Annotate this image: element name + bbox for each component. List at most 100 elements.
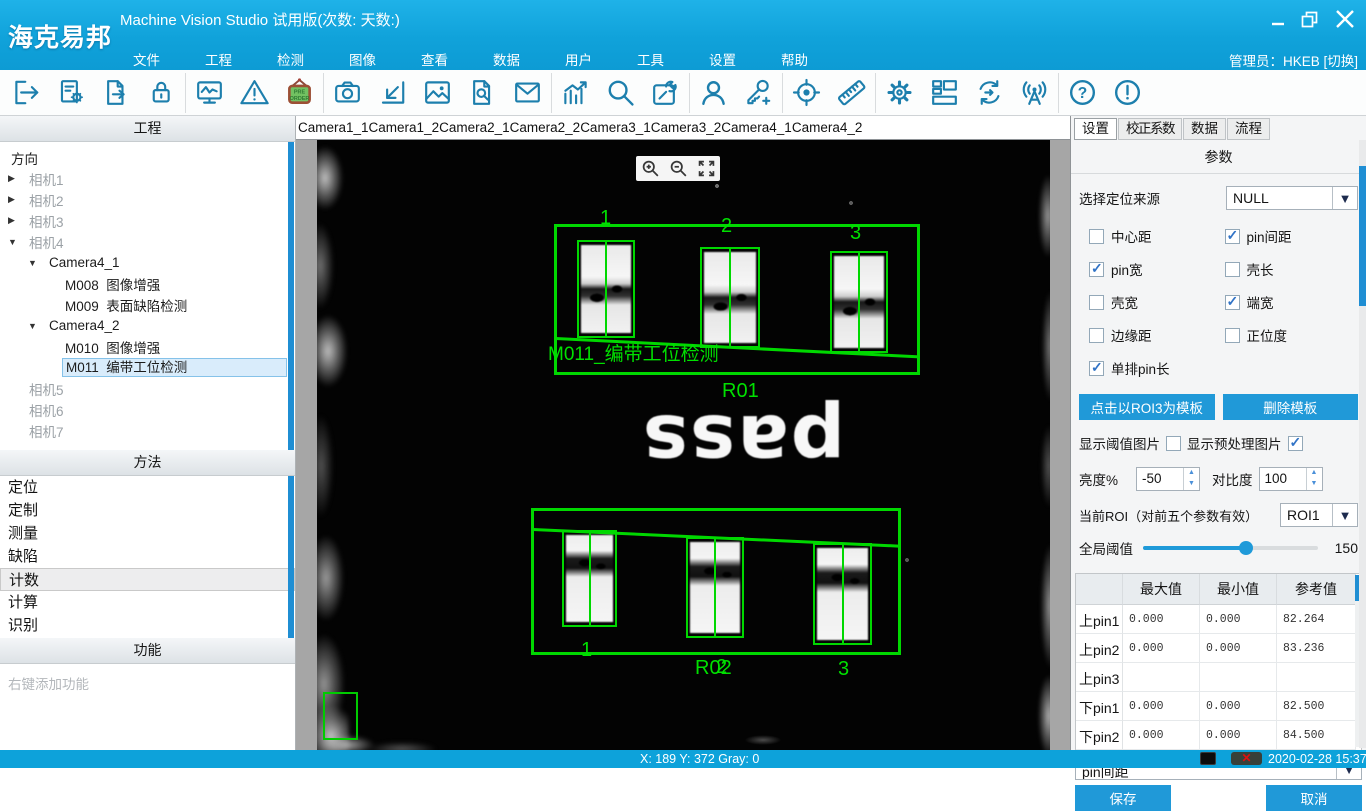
camera-tab[interactable]: Camera1_1 [298, 116, 369, 139]
brightness-stepper[interactable]: -50 ▲▼ [1136, 467, 1200, 491]
help-icon[interactable]: ? [1060, 72, 1105, 114]
param-checkbox[interactable]: pin宽 [1089, 259, 1225, 279]
cancel-button[interactable]: 取消 [1266, 785, 1362, 811]
set-template-button[interactable]: 点击以ROI3为模板 [1079, 394, 1215, 420]
tree-item[interactable]: M009 表面缺陷检测 [0, 294, 295, 315]
brightness-value[interactable]: -50 [1137, 468, 1183, 490]
pin-roi-box[interactable] [562, 530, 617, 627]
global-threshold-slider[interactable] [1143, 539, 1318, 557]
project-settings-icon[interactable] [49, 72, 94, 114]
sync-icon[interactable] [967, 72, 1012, 114]
spinner-arrows-icon[interactable]: ▲▼ [1306, 468, 1322, 490]
expand-arrow-icon[interactable]: ▶ [8, 215, 26, 226]
zoom-in-icon[interactable] [638, 157, 662, 181]
camera-tab[interactable]: Camera3_1 [580, 116, 651, 139]
minimize-icon[interactable] [1271, 11, 1285, 27]
camera-tab[interactable]: Camera1_2 [369, 116, 440, 139]
panel-scrollbar[interactable] [1359, 140, 1366, 748]
calibration-rect[interactable] [323, 692, 358, 740]
layout-icon[interactable] [922, 72, 967, 114]
pin-roi-box[interactable] [830, 251, 888, 353]
tree-item[interactable]: ▶相机3 [0, 210, 295, 231]
tree-item[interactable]: ▼Camera4_2 [0, 315, 295, 336]
camera-tab[interactable]: Camera4_2 [792, 116, 863, 139]
key-icon[interactable] [736, 72, 781, 114]
contrast-stepper[interactable]: 100 ▲▼ [1259, 467, 1323, 491]
camera-icon[interactable] [325, 72, 370, 114]
image-icon[interactable] [415, 72, 460, 114]
camera-tab[interactable]: Camera2_1 [439, 116, 510, 139]
mail-icon[interactable] [505, 72, 550, 114]
current-roi-select[interactable]: ROI1 ▼ [1280, 503, 1358, 527]
method-item[interactable]: 定制 [0, 499, 295, 522]
close-icon[interactable] [1334, 8, 1356, 30]
doc-search-icon[interactable] [460, 72, 505, 114]
checkbox-unchecked-icon[interactable] [1089, 229, 1104, 244]
method-item[interactable]: 计数 [0, 568, 295, 591]
table-cell[interactable]: 0.000 [1200, 605, 1277, 634]
checkbox-unchecked-icon[interactable] [1089, 328, 1104, 343]
menu-item[interactable]: 检测 [277, 49, 304, 69]
toolbox-icon[interactable] [643, 72, 688, 114]
contrast-value[interactable]: 100 [1260, 468, 1306, 490]
tree-item[interactable]: 方向 [0, 147, 295, 168]
checkbox-unchecked-icon[interactable] [1225, 262, 1240, 277]
tree-item[interactable]: ▼相机4 [0, 231, 295, 252]
table-cell[interactable]: 0.000 [1123, 605, 1200, 634]
chevron-down-icon[interactable]: ▼ [1332, 504, 1357, 526]
table-cell[interactable]: 82.264 [1277, 605, 1356, 634]
collapse-arrow-icon[interactable]: ▼ [8, 237, 26, 247]
export-doc-icon[interactable] [94, 72, 139, 114]
locate-source-select[interactable]: NULL ▼ [1226, 186, 1358, 210]
menu-item[interactable]: 文件 [133, 49, 160, 69]
collapse-arrow-icon[interactable]: ▼ [28, 321, 46, 331]
tree-item[interactable]: 相机5 [0, 378, 295, 399]
show-threshold-checkbox[interactable] [1166, 436, 1181, 451]
expand-arrow-icon[interactable]: ▶ [8, 194, 26, 205]
method-scrollbar[interactable] [288, 476, 294, 638]
antenna-icon[interactable] [1012, 72, 1057, 114]
menu-item[interactable]: 工程 [205, 49, 232, 69]
table-cell[interactable]: 0.000 [1123, 692, 1200, 721]
status-black-icon[interactable] [1200, 752, 1216, 765]
checkbox-unchecked-icon[interactable] [1089, 295, 1104, 310]
param-checkbox[interactable]: 壳宽 [1089, 292, 1225, 312]
menu-item[interactable]: 用户 [565, 49, 592, 69]
menu-item[interactable]: 数据 [493, 49, 520, 69]
target-icon[interactable] [784, 72, 829, 114]
method-item[interactable]: 识别 [0, 614, 295, 637]
param-checkbox[interactable]: 中心距 [1089, 226, 1225, 246]
table-cell[interactable]: 84.500 [1277, 721, 1356, 750]
menu-item[interactable]: 工具 [637, 49, 664, 69]
ruler-icon[interactable] [829, 72, 874, 114]
slider-handle[interactable] [1239, 541, 1253, 555]
expand-arrow-icon[interactable]: ▶ [8, 173, 26, 184]
menu-item[interactable]: 设置 [709, 49, 736, 69]
table-cell[interactable] [1277, 663, 1356, 692]
show-preprocess-checkbox[interactable] [1288, 436, 1303, 451]
pin-roi-box[interactable] [577, 240, 635, 338]
param-checkbox[interactable]: 正位度 [1225, 325, 1361, 345]
table-cell[interactable]: 82.500 [1277, 692, 1356, 721]
menu-item[interactable]: 查看 [421, 49, 448, 69]
camera-tab[interactable]: Camera4_1 [721, 116, 792, 139]
image-canvas[interactable]: 1 2 3 M011_编带工位检测 R01 pass 1 R02 2 3 [317, 140, 1050, 750]
param-checkbox[interactable]: 边缘距 [1089, 325, 1225, 345]
gear-icon[interactable] [877, 72, 922, 114]
camera-tab[interactable]: Camera3_2 [651, 116, 722, 139]
menu-item[interactable]: 图像 [349, 49, 376, 69]
checkbox-checked-icon[interactable] [1225, 295, 1240, 310]
tree-item[interactable]: M011 编带工位检测 [0, 357, 295, 378]
table-cell[interactable] [1200, 663, 1277, 692]
table-cell[interactable]: 0.000 [1123, 721, 1200, 750]
monitor-icon[interactable] [187, 72, 232, 114]
pin-roi-box[interactable] [813, 543, 872, 645]
camera-tab[interactable]: Camera2_2 [510, 116, 581, 139]
settings-tab[interactable]: 校正系数 [1118, 118, 1182, 140]
collapse-arrow-icon[interactable]: ▼ [28, 258, 46, 268]
settings-tab[interactable]: 数据 [1183, 118, 1226, 140]
save-button[interactable]: 保存 [1075, 785, 1171, 811]
preorder-sign-icon[interactable]: PREORDER [277, 72, 322, 114]
user-icon[interactable] [691, 72, 736, 114]
method-item[interactable]: 测量 [0, 522, 295, 545]
